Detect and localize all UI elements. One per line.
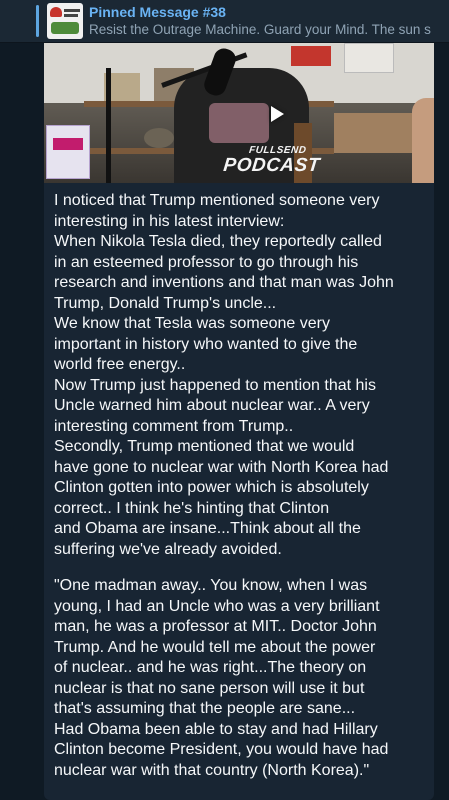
logo-line-2: PODCAST: [222, 155, 321, 176]
pinned-indicator: [36, 5, 39, 37]
video-prop-poster: [344, 43, 394, 73]
play-icon[interactable]: [271, 106, 284, 122]
message-bubble: I noticed that Trump mentioned someone v…: [44, 183, 434, 800]
pinned-title: Pinned Message #38: [89, 4, 226, 20]
video-prop-mic-stand: [106, 68, 111, 183]
video-person-2: [412, 98, 434, 183]
video-player[interactable]: FULLSEND PODCAST: [44, 43, 434, 183]
video-prop-shelf-item: [144, 128, 174, 148]
message-text: I noticed that Trump mentioned someone v…: [54, 192, 394, 558]
message-quote: "One madman away.. You know, when I was …: [54, 577, 389, 779]
pinned-preview-text: Resist the Outrage Machine. Guard your M…: [89, 22, 431, 37]
video-prop-red: [291, 46, 331, 66]
podcast-logo: FULLSEND PODCAST: [222, 145, 325, 176]
video-person-shirt: [209, 103, 269, 143]
pinned-message-bar[interactable]: Pinned Message #38 Resist the Outrage Ma…: [0, 0, 449, 43]
pinned-thumbnail: [47, 3, 83, 39]
video-prop-box: [46, 125, 90, 179]
